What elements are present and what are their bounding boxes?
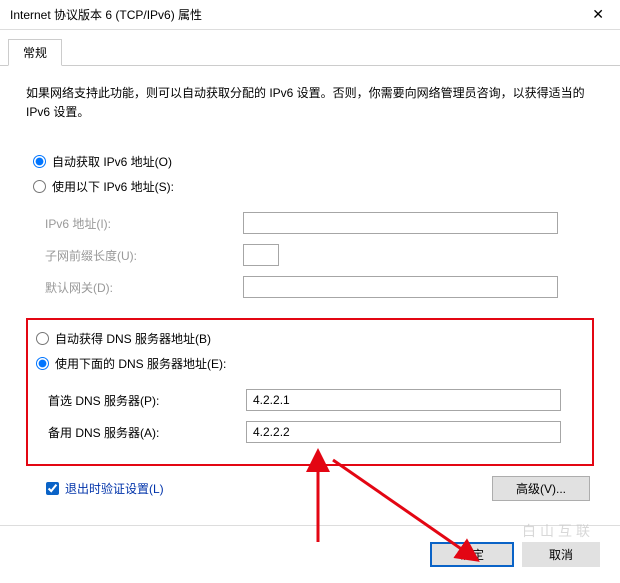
- gateway-label: 默认网关(D):: [33, 279, 243, 296]
- alternate-dns-input[interactable]: [246, 421, 561, 443]
- close-icon: ✕: [592, 6, 604, 22]
- radio-auto-ipv6-label: 自动获取 IPv6 地址(O): [52, 153, 172, 170]
- radio-manual-dns[interactable]: [36, 357, 49, 370]
- radio-manual-ipv6-label: 使用以下 IPv6 地址(S):: [52, 178, 174, 195]
- preferred-dns-label: 首选 DNS 服务器(P):: [36, 392, 246, 409]
- advanced-button[interactable]: 高级(V)...: [492, 476, 590, 501]
- ipv6-address-label: IPv6 地址(I):: [33, 215, 243, 232]
- radio-manual-ipv6[interactable]: [33, 180, 46, 193]
- alternate-dns-label: 备用 DNS 服务器(A):: [36, 424, 246, 441]
- window-title: Internet 协议版本 6 (TCP/IPv6) 属性: [10, 6, 202, 23]
- prefix-length-input: [243, 244, 279, 266]
- footer-buttons: 确定 取消: [0, 536, 620, 577]
- ipv6-address-input: [243, 212, 558, 234]
- radio-auto-dns-label: 自动获得 DNS 服务器地址(B): [55, 330, 211, 347]
- tab-general[interactable]: 常规: [8, 39, 62, 66]
- description-text: 如果网络支持此功能，则可以自动获取分配的 IPv6 设置。否则，你需要向网络管理…: [26, 84, 594, 122]
- dns-group-highlight: 自动获得 DNS 服务器地址(B) 使用下面的 DNS 服务器地址(E): 首选…: [26, 318, 594, 466]
- preferred-dns-input[interactable]: [246, 389, 561, 411]
- close-button[interactable]: ✕: [586, 6, 610, 23]
- tab-bar: 常规: [0, 30, 620, 66]
- validate-checkbox[interactable]: [46, 482, 59, 495]
- radio-auto-dns[interactable]: [36, 332, 49, 345]
- prefix-length-label: 子网前缀长度(U):: [33, 247, 243, 264]
- cancel-button[interactable]: 取消: [522, 542, 600, 567]
- ok-button[interactable]: 确定: [430, 542, 514, 567]
- gateway-input: [243, 276, 558, 298]
- validate-checkbox-wrap[interactable]: 退出时验证设置(L): [30, 480, 164, 497]
- radio-auto-ipv6[interactable]: [33, 155, 46, 168]
- separator: [0, 525, 620, 526]
- content-area: 如果网络支持此功能，则可以自动获取分配的 IPv6 设置。否则，你需要向网络管理…: [0, 66, 620, 511]
- radio-manual-dns-label: 使用下面的 DNS 服务器地址(E):: [55, 355, 226, 372]
- titlebar: Internet 协议版本 6 (TCP/IPv6) 属性 ✕: [0, 0, 620, 30]
- ipv6-address-group: 自动获取 IPv6 地址(O) 使用以下 IPv6 地址(S): IPv6 地址…: [26, 148, 594, 312]
- validate-checkbox-label: 退出时验证设置(L): [65, 480, 164, 497]
